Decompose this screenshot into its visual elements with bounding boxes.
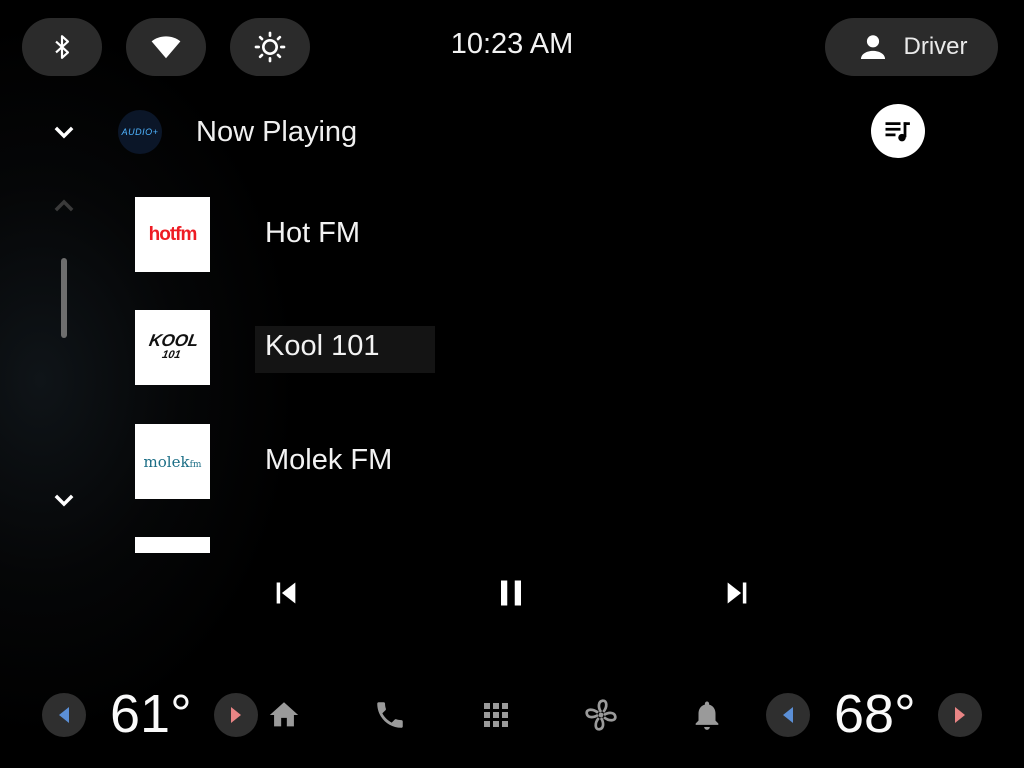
home-button[interactable]: [259, 690, 309, 740]
climate-button[interactable]: [576, 690, 626, 740]
triangle-left-icon: [59, 707, 69, 723]
right-temp-decrease-button[interactable]: [766, 693, 810, 737]
station-item-molek-fm[interactable]: molekfm Molek FM: [130, 424, 450, 520]
apps-grid-icon: [484, 703, 508, 727]
skip-previous-icon: [276, 582, 296, 604]
left-temperature: 61°: [110, 684, 192, 744]
skip-next-icon: [727, 582, 747, 604]
apps-button[interactable]: [471, 690, 521, 740]
station-item-hot-fm[interactable]: hotfm Hot FM: [130, 197, 450, 293]
triangle-left-icon: [783, 707, 793, 723]
station-label: Hot FM: [265, 217, 361, 249]
station-item-kool-101[interactable]: KOOL 101 Kool 101: [130, 310, 450, 406]
fan-icon: [585, 699, 617, 731]
station-item-partial[interactable]: [135, 537, 210, 553]
phone-icon: [377, 702, 403, 728]
station-list: hotfm Hot FM KOOL 101 Kool 101 molekfm M…: [0, 0, 1024, 560]
phone-button[interactable]: [365, 690, 415, 740]
right-temperature: 68°: [834, 684, 916, 744]
previous-button[interactable]: [263, 570, 309, 616]
station-logo-text: molek: [143, 452, 190, 471]
notifications-button[interactable]: [682, 690, 732, 740]
station-logo-subtext: fm: [189, 459, 202, 470]
triangle-right-icon: [231, 707, 241, 723]
triangle-right-icon: [955, 707, 965, 723]
station-logo-hot-fm: hotfm: [135, 197, 210, 272]
pause-icon: [501, 580, 521, 606]
station-logo-molek-fm: molekfm: [135, 424, 210, 499]
station-label: Kool 101: [265, 330, 380, 362]
station-logo-kool-101: KOOL 101: [135, 310, 210, 385]
bell-icon: [695, 701, 719, 730]
infotainment-screen: 10:23 AM Driver AUDIO+ Now Playing hotfm…: [0, 0, 1024, 768]
station-label: Molek FM: [265, 444, 393, 476]
next-button[interactable]: [714, 570, 760, 616]
left-temp-decrease-button[interactable]: [42, 693, 86, 737]
station-logo-text: KOOL: [147, 330, 201, 350]
home-icon: [269, 702, 299, 727]
right-temp-increase-button[interactable]: [938, 693, 982, 737]
left-temp-increase-button[interactable]: [214, 693, 258, 737]
pause-button[interactable]: [488, 570, 534, 616]
station-logo-text: hotfm: [148, 223, 198, 245]
